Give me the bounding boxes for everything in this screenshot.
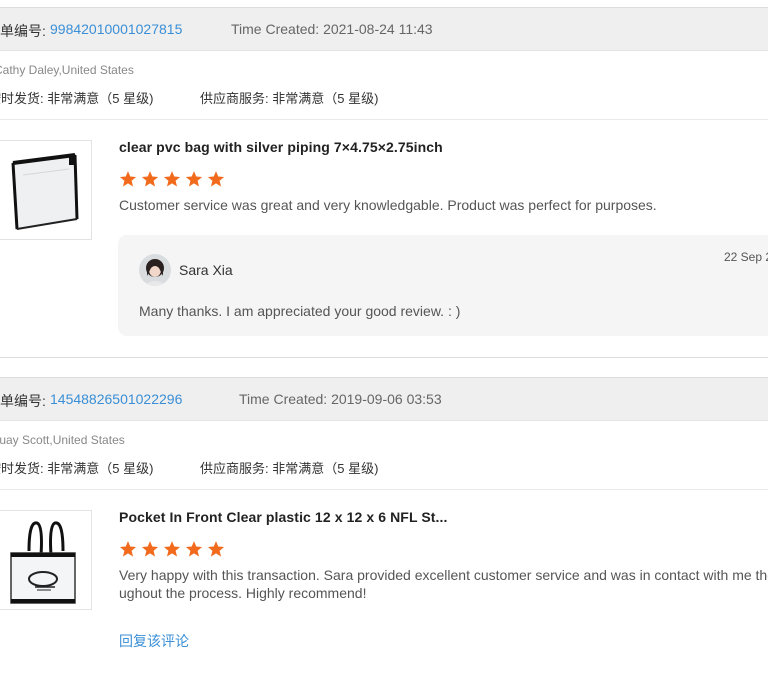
star-icon [185, 541, 203, 557]
rating-stars [119, 540, 229, 558]
star-icon [207, 171, 225, 187]
pvc-bag-image [0, 141, 91, 239]
seller-avatar [139, 254, 171, 286]
divider [0, 119, 768, 120]
order-number-link[interactable]: 99842010001027815 [50, 21, 182, 37]
star-icon [207, 541, 225, 557]
shipping-rating: 按时发货: 非常满意（5 星级) [0, 461, 154, 476]
reply-to-review-link[interactable]: 回复该评论 [119, 631, 189, 651]
product-thumbnail[interactable] [0, 510, 92, 610]
star-icon [163, 171, 181, 187]
star-icon [141, 171, 159, 187]
review-text: Customer service was great and very know… [119, 197, 657, 213]
star-icon [141, 541, 159, 557]
time-created: Time Created: 2021-08-24 11:43 [231, 21, 433, 37]
product-thumbnail[interactable] [0, 140, 92, 240]
stadium-bag-image [0, 511, 91, 609]
buyer-name: Quay Scott,United States [0, 433, 125, 447]
supplier-service-rating: 供应商服务: 非常满意（5 星级) [200, 461, 379, 476]
seller-reply: Sara Xia 22 Sep 2 Many thanks. I am appr… [118, 235, 768, 336]
shipping-rating: 按时发货: 非常满意（5 星级) [0, 91, 154, 106]
divider [0, 357, 768, 358]
supplier-service-rating: 供应商服务: 非常满意（5 星级) [200, 91, 379, 106]
seller-name: Sara Xia [179, 262, 233, 278]
product-title[interactable]: clear pvc bag with silver piping 7×4.75×… [119, 139, 443, 155]
time-created: Time Created: 2019-09-06 03:53 [239, 391, 442, 407]
star-icon [163, 541, 181, 557]
star-icon [119, 541, 137, 557]
order-number-label: 订单编号: [0, 23, 46, 39]
reply-date: 22 Sep 2 [724, 250, 768, 264]
buyer-name: Cathy Daley,United States [0, 63, 134, 77]
order-number-label: 订单编号: [0, 393, 46, 409]
reply-text: Many thanks. I am appreciated your good … [139, 303, 461, 319]
review-text-line1: Very happy with this transaction. Sara p… [119, 567, 768, 583]
order-number-link[interactable]: 14548826501022296 [50, 391, 182, 407]
star-icon [185, 171, 203, 187]
review-text-line2: ughout the process. Highly recommend! [119, 585, 367, 601]
divider [0, 489, 768, 490]
rating-stars [119, 170, 229, 188]
product-title[interactable]: Pocket In Front Clear plastic 12 x 12 x … [119, 509, 448, 525]
star-icon [119, 171, 137, 187]
